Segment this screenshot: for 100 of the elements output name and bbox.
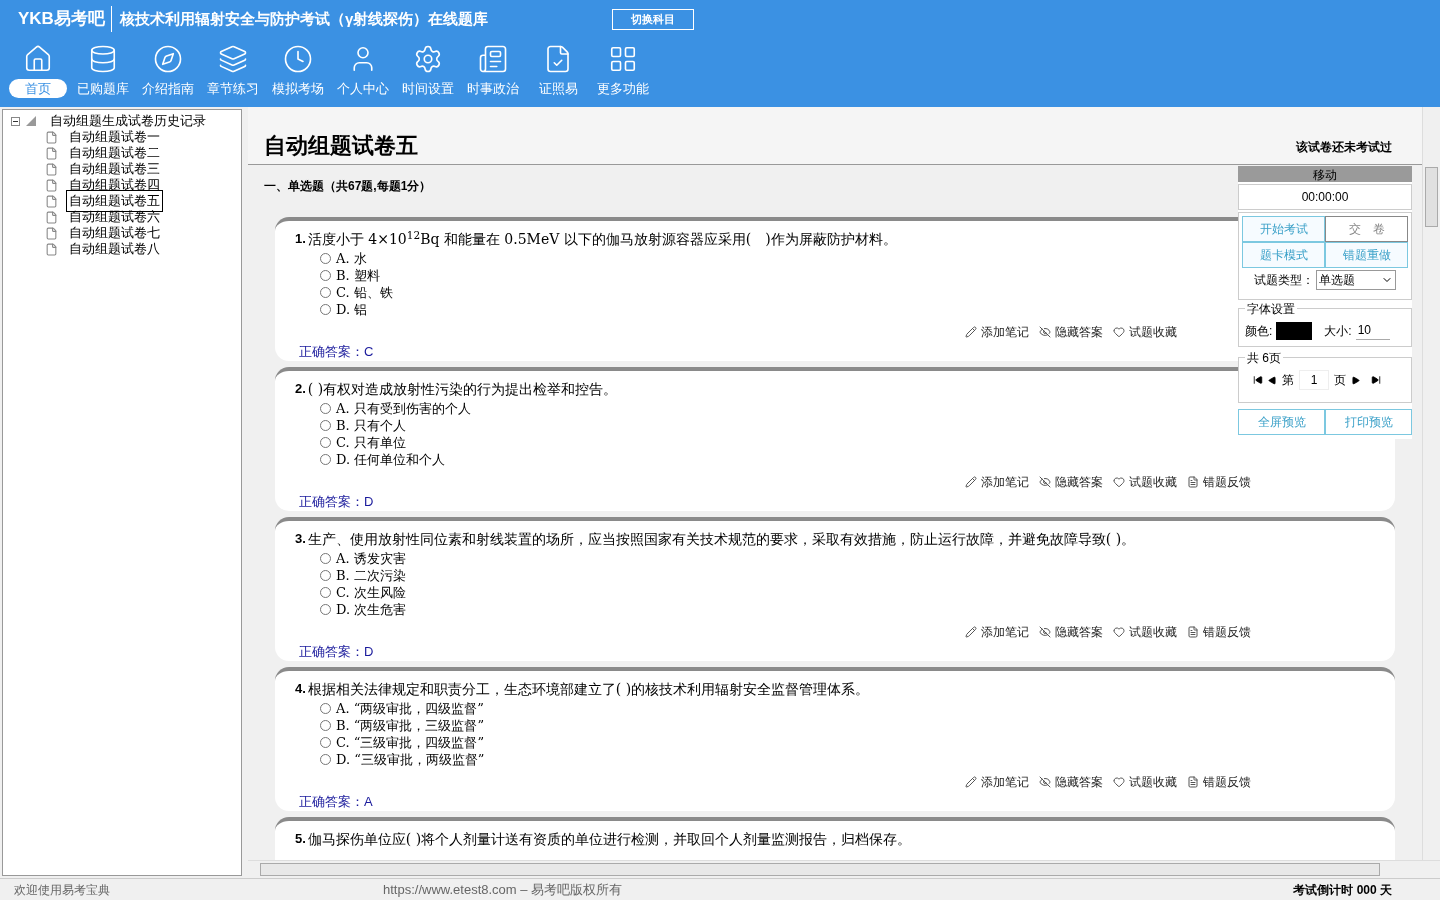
action-link[interactable]: 隐藏答案 [1039, 473, 1103, 491]
previous-page-icon[interactable] [1268, 375, 1277, 385]
compass-icon [153, 44, 183, 74]
answer-label: 正确答案： [299, 642, 364, 661]
eye-off-icon [1039, 476, 1051, 488]
radio-button[interactable] [320, 437, 331, 448]
exam-status: 该试卷还未考试过 [1296, 139, 1392, 156]
color-label: 颜色: [1245, 322, 1273, 340]
question-number: 3. [295, 530, 306, 548]
home-icon [23, 44, 53, 74]
size-label: 大小: [1324, 322, 1352, 340]
radio-button[interactable] [320, 420, 331, 431]
answer-value: C [364, 342, 374, 361]
action-link[interactable]: 试题收藏 [1113, 773, 1177, 791]
option-label: A. 只有受到伤害的个人 [336, 399, 471, 418]
heart-icon [1113, 776, 1125, 788]
option-label: A. “两级审批，四级监督” [336, 699, 484, 718]
radio-button[interactable] [320, 253, 331, 264]
grid-icon [608, 44, 638, 74]
action-link[interactable]: 试题收藏 [1113, 623, 1177, 641]
eye-off-icon [1039, 776, 1051, 788]
radio-button[interactable] [320, 304, 331, 315]
option-label: B. 只有个人 [336, 416, 406, 435]
group-legend: 共 6页 [1245, 351, 1283, 365]
answer-label: 正确答案： [299, 492, 364, 511]
tree-item[interactable]: 自动组题试卷八 [66, 238, 163, 260]
newspaper-icon [478, 44, 508, 74]
triangle-icon [26, 116, 36, 126]
heart-icon [1113, 476, 1125, 488]
layers-icon [218, 44, 248, 74]
radio-button[interactable] [320, 270, 331, 281]
option-label: C. “三级审批，四级监督” [336, 733, 485, 752]
type-dropdown[interactable]: 单选题 [1316, 270, 1396, 290]
next-page-icon[interactable] [1351, 375, 1360, 385]
option-label: B. 塑料 [336, 266, 380, 285]
radio-button[interactable] [320, 737, 331, 748]
page-prefix: 第 [1282, 372, 1294, 389]
radio-button[interactable] [320, 720, 331, 731]
action-link[interactable]: 添加笔记 [965, 473, 1029, 491]
action-link[interactable]: 试题收藏 [1113, 473, 1177, 491]
document-icon [45, 226, 58, 240]
vertical-scrollbar[interactable] [1422, 107, 1440, 860]
radio-button[interactable] [320, 604, 331, 615]
radio-button[interactable] [320, 703, 331, 714]
last-page-icon[interactable] [1371, 375, 1381, 385]
action-link[interactable]: 错题反馈 [1187, 473, 1251, 491]
heart-icon [1113, 626, 1125, 638]
action-link[interactable]: 添加笔记 [965, 773, 1029, 791]
action-link[interactable]: 错题反馈 [1187, 623, 1251, 641]
document-icon [45, 178, 58, 192]
collapse-toggle[interactable] [11, 116, 20, 126]
nav-tab[interactable]: 首页 [9, 79, 67, 98]
action-link[interactable]: 添加笔记 [965, 323, 1029, 341]
document-icon [1187, 476, 1199, 488]
database-icon [88, 44, 118, 74]
eye-off-icon [1039, 326, 1051, 338]
brand-logo: YKB易考吧 [18, 6, 112, 32]
action-link[interactable]: 错题反馈 [1187, 773, 1251, 791]
question-number: 1. [295, 230, 306, 248]
pencil-icon [965, 626, 977, 638]
question-number: 2. [295, 380, 306, 398]
document-icon [45, 162, 58, 176]
radio-button[interactable] [320, 403, 331, 414]
radio-button[interactable] [320, 454, 331, 465]
move-handle[interactable]: 移动 [1238, 166, 1412, 182]
action-link[interactable]: 添加笔记 [965, 623, 1029, 641]
document-icon [45, 146, 58, 160]
question-number: 4. [295, 680, 306, 698]
radio-button[interactable] [320, 754, 331, 765]
first-page-icon[interactable] [1253, 375, 1263, 385]
page-suffix: 页 [1334, 372, 1346, 389]
option-label: D. 次生危害 [336, 600, 407, 619]
option-label: D. 铝 [336, 300, 368, 319]
option-label: C. 铅、铁 [336, 283, 393, 302]
action-link[interactable]: 隐藏答案 [1039, 623, 1103, 641]
tree-item[interactable]: 自动组题试卷五 [66, 190, 163, 212]
answer-value: A [364, 792, 373, 811]
answer-label: 正确答案： [299, 792, 364, 811]
action-link[interactable]: 隐藏答案 [1039, 773, 1103, 791]
group-legend: 字体设置 [1245, 302, 1297, 316]
page-field[interactable]: 1 [1299, 370, 1329, 390]
radio-button[interactable] [320, 553, 331, 564]
pencil-icon [965, 776, 977, 788]
timer-display: 00:00:00 [1238, 184, 1412, 210]
option-label: D. “三级审批，两级监督” [336, 750, 485, 769]
radio-button[interactable] [320, 587, 331, 598]
color-swatch[interactable] [1276, 321, 1313, 340]
radio-button[interactable] [320, 570, 331, 581]
option-label: B. “两级审批，三级监督” [336, 716, 485, 735]
action-link[interactable]: 试题收藏 [1113, 323, 1177, 341]
horizontal-scrollbar[interactable] [248, 860, 1440, 878]
radio-button[interactable] [320, 287, 331, 298]
option-label: B. 二次污染 [336, 566, 406, 585]
answer-value: D [364, 492, 374, 511]
document-icon [45, 242, 58, 256]
tree-item[interactable]: 自动组题生成试卷历史记录 [50, 111, 206, 131]
option-label: C. 次生风险 [336, 583, 406, 602]
size-field[interactable]: 10 [1355, 321, 1390, 340]
option-label: C. 只有单位 [336, 433, 406, 452]
action-link[interactable]: 隐藏答案 [1039, 323, 1103, 341]
